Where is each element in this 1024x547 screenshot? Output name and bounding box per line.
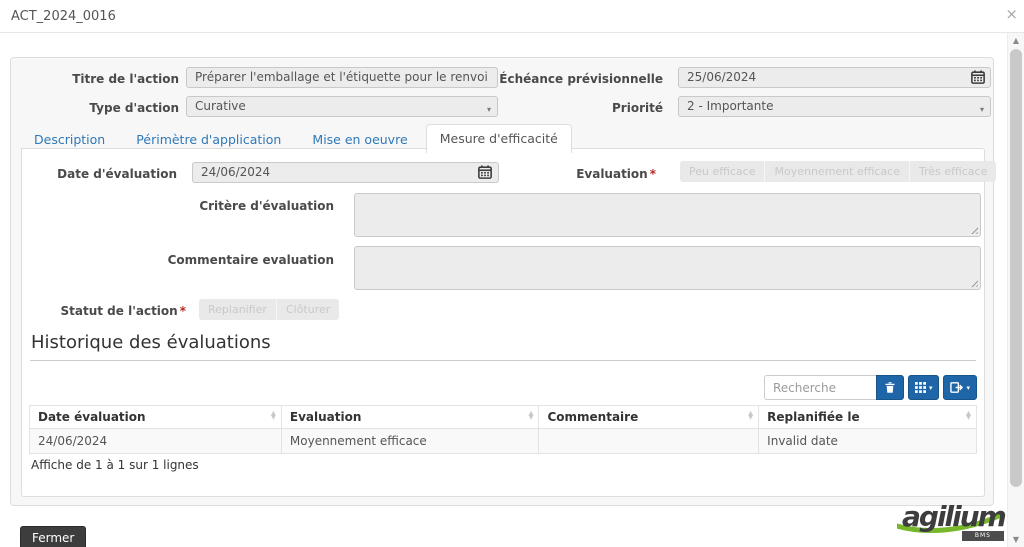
divider (30, 360, 976, 361)
moyennement-efficace-button[interactable]: Moyennement efficace (765, 161, 910, 182)
col-replanifiee-le[interactable]: Replanifiée le ▲ ▼ (758, 405, 977, 429)
scroll-down-icon[interactable]: ▼ (1008, 535, 1024, 544)
table-toolbar: ▾ ▾ (763, 375, 977, 400)
commentaire-textarea[interactable] (354, 246, 981, 290)
critere-label: Critère d'évaluation (199, 199, 334, 213)
type-value: Curative (195, 99, 246, 113)
trash-icon (885, 382, 895, 393)
action-form-panel: Titre de l'action Préparer l'emballage e… (10, 57, 997, 506)
logo-text: agilium (902, 500, 1007, 533)
col-label: Evaluation (289, 410, 362, 424)
table-row[interactable]: 24/06/2024 Moyennement efficace Invalid … (29, 428, 977, 454)
calendar-icon[interactable] (478, 165, 492, 179)
echeance-input[interactable]: 25/06/2024 (678, 67, 991, 88)
close-icon[interactable]: × (1005, 7, 1018, 22)
cell-date-evaluation: 24/06/2024 (29, 428, 282, 454)
required-marker: * (649, 167, 656, 181)
col-label: Commentaire (547, 410, 639, 424)
replanifier-button[interactable]: Replanifier (199, 299, 277, 320)
statut-button-group: Replanifier Clôturer (199, 299, 340, 320)
priorite-select[interactable]: 2 - Importante ▾ (678, 96, 991, 117)
sort-icon: ▲ ▼ (270, 409, 276, 421)
chevron-down-icon: ▾ (966, 383, 970, 392)
tab-bar: Description Périmètre d'application Mise… (21, 124, 572, 153)
col-label: Date évaluation (38, 410, 146, 424)
scrollbar-thumb[interactable] (1010, 49, 1022, 487)
evaluation-label-text: Evaluation (576, 167, 648, 181)
search-group (763, 375, 904, 400)
logo-badge: BMS (961, 531, 1004, 541)
modal-window: ACT_2024_0016 × Titre de l'action Prépar… (0, 0, 1024, 547)
critere-textarea[interactable] (354, 193, 981, 237)
chevron-down-icon: ▾ (979, 105, 984, 114)
scroll-up-icon[interactable]: ▲ (1008, 36, 1024, 45)
evaluation-label: Evaluation * (522, 167, 656, 181)
cloturer-button[interactable]: Clôturer (276, 299, 340, 320)
evaluation-button-group: Peu efficace Moyennement efficace Très e… (680, 161, 997, 182)
col-commentaire[interactable]: Commentaire ▲ ▼ (538, 405, 760, 429)
titre-label: Titre de l'action (72, 72, 179, 86)
clear-search-button[interactable] (875, 375, 904, 400)
export-button[interactable]: ▾ (943, 375, 977, 400)
column-visibility-button[interactable]: ▾ (907, 375, 940, 400)
cell-commentaire (538, 428, 760, 454)
search-input[interactable] (763, 375, 876, 400)
type-label: Type d'action (89, 101, 179, 115)
resize-grip-icon[interactable] (969, 225, 978, 234)
date-evaluation-input[interactable]: 24/06/2024 (192, 162, 499, 183)
cell-evaluation: Moyennement efficace (280, 428, 540, 454)
history-heading: Historique des évaluations (31, 332, 271, 353)
export-icon (950, 382, 964, 393)
page-title: ACT_2024_0016 (11, 9, 116, 24)
col-evaluation[interactable]: Evaluation ▲ ▼ (280, 405, 540, 429)
col-label: Replanifiée le (767, 410, 860, 424)
col-date-evaluation[interactable]: Date évaluation ▲ ▼ (29, 405, 282, 429)
priorite-value: 2 - Importante (687, 99, 774, 113)
titre-input[interactable]: Préparer l'emballage et l'étiquette pour… (186, 67, 498, 88)
date-evaluation-value: 24/06/2024 (201, 165, 271, 179)
sort-icon: ▲ ▼ (748, 409, 754, 421)
echeance-value: 25/06/2024 (687, 70, 757, 84)
history-table: Date évaluation ▲ ▼ Evaluation ▲ ▼ Comment… (29, 405, 977, 454)
echeance-label: Échéance prévisionnelle (499, 72, 663, 86)
required-marker: * (179, 304, 186, 318)
commentaire-label: Commentaire evaluation (167, 253, 334, 267)
cell-replanifiee-le: Invalid date (758, 428, 977, 454)
fermer-button[interactable]: Fermer (20, 526, 87, 547)
table-header-row: Date évaluation ▲ ▼ Evaluation ▲ ▼ Comment… (29, 405, 977, 429)
chevron-down-icon: ▾ (928, 383, 933, 392)
tab-mesure-efficacite[interactable]: Mesure d'efficacité (425, 124, 572, 153)
table-info: Affiche de 1 à 1 sur 1 lignes (31, 458, 199, 472)
statut-label: Statut de l'action * (22, 304, 187, 318)
tres-efficace-button[interactable]: Très efficace (909, 161, 997, 182)
priorite-label: Priorité (612, 101, 663, 115)
sort-icon: ▲ ▼ (966, 409, 971, 421)
resize-grip-icon[interactable] (969, 278, 978, 287)
tab-panel-mesure-efficacite: Date d'évaluation 24/06/2024 Evaluation *… (21, 148, 997, 497)
statut-label-text: Statut de l'action (60, 304, 178, 318)
agilium-logo: agilium BMS (897, 500, 1007, 541)
date-evaluation-label: Date d'évaluation (57, 167, 177, 181)
type-select[interactable]: Curative ▾ (186, 96, 498, 117)
calendar-icon[interactable] (971, 70, 985, 84)
sort-icon: ▲ ▼ (528, 409, 534, 421)
titlebar: ACT_2024_0016 × (0, 0, 1024, 33)
peu-efficace-button[interactable]: Peu efficace (680, 161, 766, 182)
vertical-scrollbar[interactable]: ▲ ▼ (1007, 33, 1024, 547)
grid-icon (914, 382, 926, 393)
